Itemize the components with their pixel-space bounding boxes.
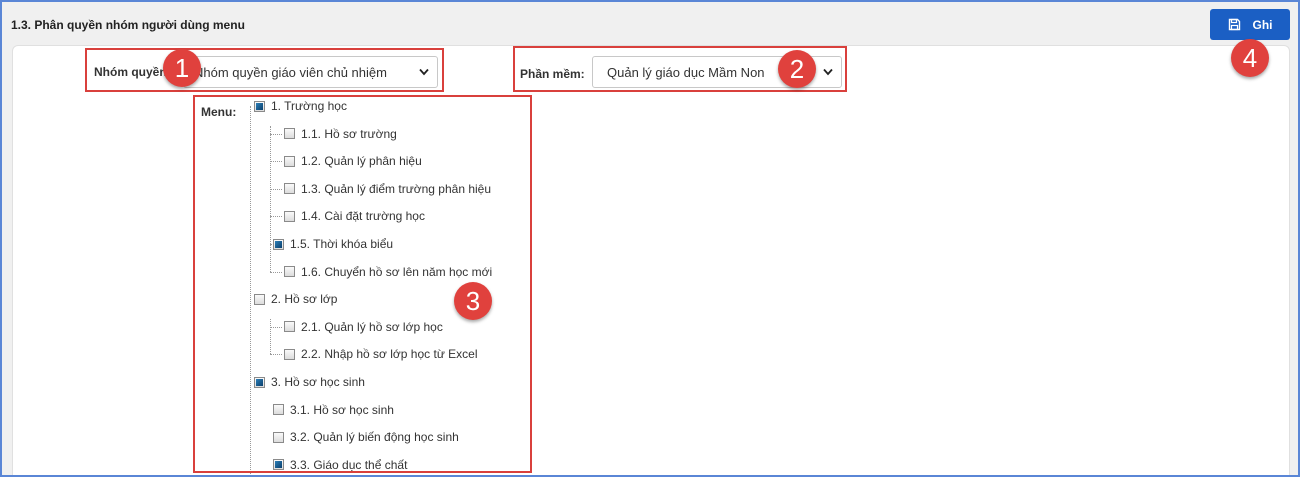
callout-badge-4: 4: [1231, 39, 1269, 77]
save-icon: [1228, 18, 1240, 31]
callout-badge-2: 2: [778, 50, 816, 88]
callout-badge-1: 1: [163, 49, 201, 87]
callout-box-1: [85, 48, 444, 92]
page-title: 1.3. Phân quyền nhóm người dùng menu: [11, 18, 245, 32]
save-button-label: Ghi: [1252, 17, 1273, 32]
window-frame: 1.3. Phân quyền nhóm người dùng menu Ghi…: [0, 0, 1300, 477]
save-button[interactable]: Ghi: [1210, 9, 1290, 40]
callout-badge-3: 3: [454, 282, 492, 320]
